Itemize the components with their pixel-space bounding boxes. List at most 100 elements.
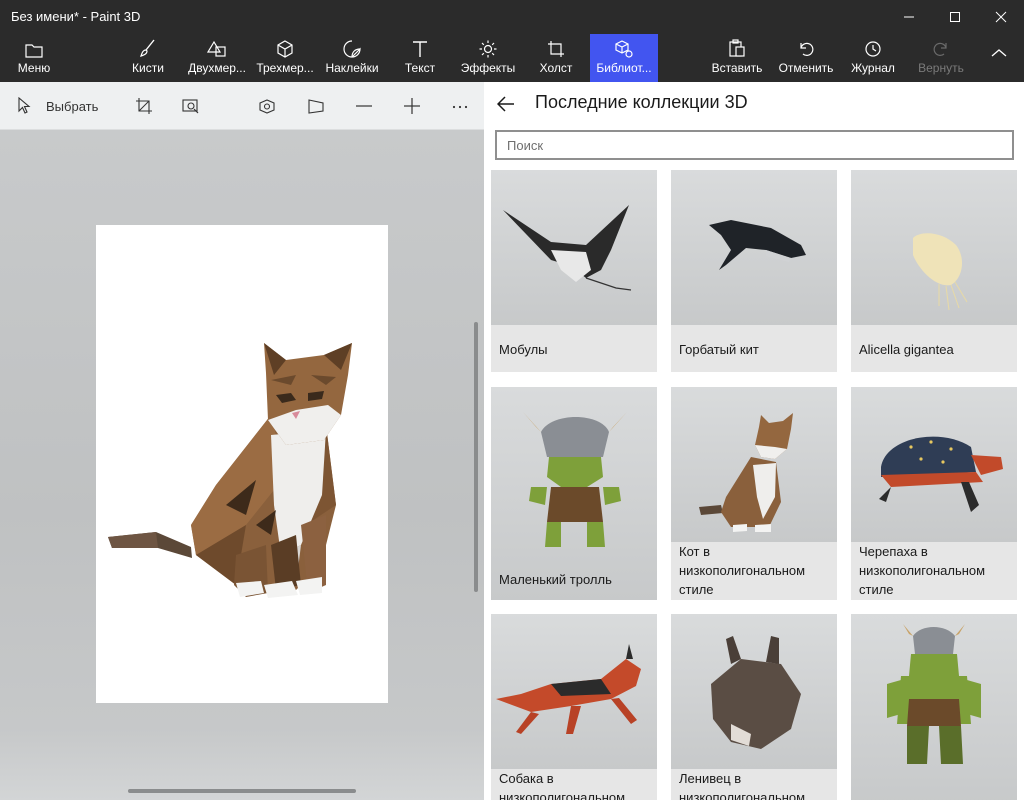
drawing-canvas[interactable] — [96, 225, 388, 703]
library-item-little-troll[interactable]: Маленький тролль — [491, 387, 657, 600]
library-item-label: Маленький тролль — [499, 572, 612, 587]
stickers-tab[interactable]: Наклейки — [323, 34, 381, 82]
text-tab[interactable]: Текст — [398, 34, 442, 82]
title-bar: Без имени* - Paint 3D — [0, 0, 1024, 34]
undo-label: Отменить — [778, 61, 834, 75]
minus-icon — [356, 105, 372, 107]
redo-button[interactable]: Вернуть — [914, 34, 968, 82]
dog-model-icon — [496, 644, 641, 734]
perspective-plane-icon — [308, 99, 324, 114]
minimize-button[interactable] — [886, 0, 932, 34]
library-label: Библиот... — [596, 61, 652, 75]
back-button[interactable] — [494, 92, 518, 116]
whale-model-icon — [709, 220, 806, 270]
close-icon — [995, 11, 1007, 23]
orc-thumbnail — [851, 614, 1017, 800]
3d-cube-icon — [277, 40, 293, 58]
canvas-label: Холст — [539, 61, 573, 75]
effects-tab[interactable]: Эффекты — [460, 34, 516, 82]
brush-icon — [140, 39, 155, 57]
library-item-alicella[interactable]: Alicella gigantea — [851, 170, 1017, 372]
history-label: Журнал — [851, 61, 895, 75]
mobula-thumbnail — [491, 170, 657, 325]
menu-label: Меню — [17, 61, 51, 75]
canvas-tab[interactable]: Холст — [534, 34, 578, 82]
manta-ray-model-icon — [503, 205, 632, 291]
magic-select-button[interactable] — [182, 94, 200, 118]
library-title: Последние коллекции 3D — [535, 92, 748, 112]
minimize-icon — [904, 16, 914, 18]
library-item-label: Горбатый кит — [679, 342, 759, 357]
turtle-model-icon — [879, 436, 1003, 512]
search-input[interactable] — [495, 130, 1014, 160]
undo-button[interactable]: Отменить — [776, 34, 836, 82]
zoom-out-button[interactable] — [355, 94, 373, 118]
troll-model-icon — [523, 412, 627, 547]
view-3d-button[interactable] — [258, 94, 276, 118]
library-item-lowpoly-cat[interactable]: Кот в низкополигональном стиле — [671, 387, 837, 600]
library-panel: Последние коллекции 3D Мобулы Горбатый к… — [484, 82, 1024, 800]
library-item-lowpoly-dog[interactable]: Собака в низкополигональном стиле — [491, 614, 657, 800]
crop-button[interactable] — [135, 94, 153, 118]
library-item-orc[interactable] — [851, 614, 1017, 800]
3d-view-icon — [259, 99, 275, 114]
sub-toolbar: Выбрать — [0, 82, 484, 130]
sloth-thumbnail — [671, 614, 837, 769]
back-arrow-icon — [497, 96, 514, 112]
crop-icon — [136, 98, 152, 114]
text-icon — [413, 41, 427, 57]
maximize-button[interactable] — [932, 0, 978, 34]
zoom-in-button[interactable] — [403, 94, 421, 118]
whale-thumbnail — [671, 170, 837, 325]
sticker-icon — [343, 40, 361, 58]
effects-label: Эффекты — [460, 61, 516, 75]
library-item-humpback-whale[interactable]: Горбатый кит — [671, 170, 837, 372]
orc-model-icon — [887, 624, 981, 764]
canvas-workspace: Выбрать — [0, 82, 484, 800]
select-label: Выбрать — [46, 98, 99, 114]
library-tab[interactable]: Библиот... — [590, 34, 658, 82]
more-dots-icon — [452, 105, 468, 109]
more-options-button[interactable] — [451, 94, 469, 118]
select-button[interactable]: Выбрать — [16, 94, 98, 118]
sloth-model-icon — [711, 636, 801, 749]
library-item-mobula[interactable]: Мобулы — [491, 170, 657, 372]
redo-icon — [933, 42, 947, 56]
stickers-label: Наклейки — [325, 61, 379, 75]
dog-thumbnail — [491, 614, 657, 769]
shapes3d-tab[interactable]: Трехмер... — [255, 34, 315, 82]
close-button[interactable] — [978, 0, 1024, 34]
library-item-label: Черепаха в низкополигональном стиле — [859, 544, 986, 597]
vertical-scrollbar[interactable] — [474, 322, 478, 592]
turtle-thumbnail — [851, 387, 1017, 542]
horizontal-scrollbar[interactable] — [128, 789, 356, 793]
library-item-lowpoly-turtle[interactable]: Черепаха в низкополигональном стиле — [851, 387, 1017, 600]
undo-icon — [800, 42, 814, 56]
library-item-lowpoly-sloth[interactable]: Ленивец в низкополигональном стиле — [671, 614, 837, 800]
paste-button[interactable]: Вставить — [710, 34, 764, 82]
menu-button[interactable]: Меню — [10, 34, 58, 82]
shapes3d-label: Трехмер... — [256, 61, 314, 75]
history-clock-icon — [865, 41, 881, 57]
perspective-button[interactable] — [307, 94, 325, 118]
3d-library-icon — [615, 40, 633, 58]
2d-shapes-icon — [207, 40, 226, 57]
window-title: Без имени* - Paint 3D — [11, 9, 141, 24]
collapse-toolbar-button[interactable] — [984, 34, 1014, 82]
history-button[interactable]: Журнал — [848, 34, 898, 82]
alicella-thumbnail — [851, 170, 1017, 325]
lowpoly-cat-model[interactable] — [96, 225, 388, 703]
shapes2d-tab[interactable]: Двухмер... — [186, 34, 248, 82]
cat-thumbnail — [671, 387, 837, 542]
folder-icon — [25, 44, 43, 58]
brushes-label: Кисти — [132, 61, 164, 75]
maximize-icon — [950, 12, 960, 22]
library-item-label: Ленивец в низкополигональном стиле — [679, 771, 806, 800]
clipboard-paste-icon — [729, 39, 745, 57]
cat-model-icon — [699, 413, 793, 532]
amphipod-model-icon — [913, 233, 968, 311]
brushes-tab[interactable]: Кисти — [124, 34, 172, 82]
troll-thumbnail — [491, 387, 657, 600]
magic-select-icon — [182, 99, 199, 114]
plus-icon — [404, 98, 420, 114]
